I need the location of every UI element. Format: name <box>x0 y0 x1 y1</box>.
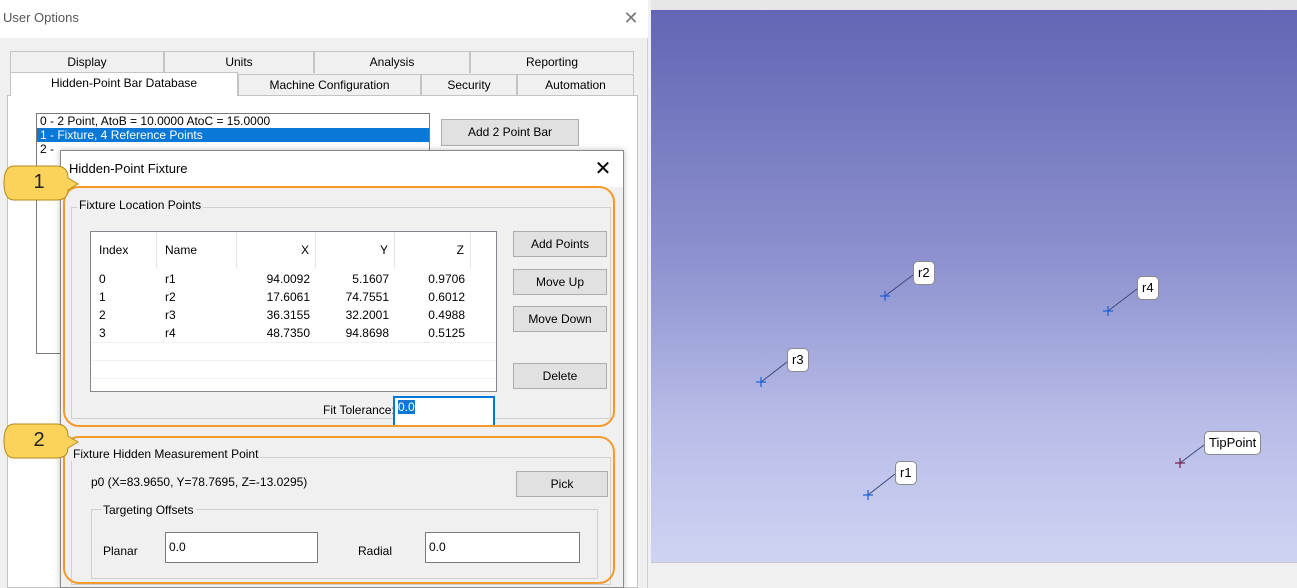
planar-input[interactable]: 0.0 <box>165 532 318 563</box>
table-row-divider <box>91 378 496 379</box>
table-cell: 0.6012 <box>428 290 465 304</box>
tab-automation[interactable]: Automation <box>517 74 634 96</box>
hidden-point-readout: p0 (X=83.9650, Y=78.7695, Z=-13.0295) <box>91 475 308 489</box>
callout-number-2: 2 <box>33 429 45 451</box>
table-cell: 3 <box>99 326 106 340</box>
tab-security[interactable]: Security <box>421 74 517 96</box>
column-header-y[interactable]: Y <box>316 232 395 268</box>
hidden-point-fixture-dialog: Hidden-Point Fixture ✕ Fixture Location … <box>60 150 624 588</box>
planar-label: Planar <box>103 544 138 558</box>
table-cell: 36.3155 <box>266 308 310 322</box>
title-bar: User Options ✕ <box>0 0 648 38</box>
pick-button[interactable]: Pick <box>516 471 608 497</box>
tab-units[interactable]: Units <box>164 51 314 73</box>
add-points-button[interactable]: Add Points <box>513 231 607 257</box>
table-cell: 32.2001 <box>345 308 389 322</box>
point-marker-r2[interactable] <box>880 291 890 301</box>
table-row-divider <box>91 360 496 361</box>
table-cell: 1 <box>99 290 106 304</box>
close-icon[interactable]: ✕ <box>591 155 615 183</box>
radial-label: Radial <box>358 544 393 558</box>
column-header-x[interactable]: X <box>237 232 316 268</box>
point-label-r2[interactable]: r2 <box>913 261 935 285</box>
point-marker-tippoint[interactable] <box>1175 458 1185 468</box>
callout-number-1: 1 <box>33 171 45 193</box>
table-cell: 74.7551 <box>345 290 389 304</box>
table-cell: r4 <box>165 326 176 340</box>
tab-display[interactable]: Display <box>10 51 164 73</box>
delete-button[interactable]: Delete <box>513 363 607 389</box>
move-up-button[interactable]: Move Up <box>513 269 607 295</box>
table-row-divider <box>91 342 496 343</box>
tab-reporting[interactable]: Reporting <box>470 51 634 73</box>
table-cell: 17.6061 <box>266 290 310 304</box>
table-cell: 5.1607 <box>352 272 389 286</box>
point-label-r1[interactable]: r1 <box>895 461 917 485</box>
viewport-overlay <box>756 274 1205 500</box>
dialog-title-bar: Hidden-Point Fixture ✕ <box>61 151 623 187</box>
fit-tolerance-input[interactable]: 0.0 <box>393 396 495 427</box>
tab-hidden-point-bar-database[interactable]: Hidden-Point Bar Database <box>10 72 238 96</box>
point-label-tippoint[interactable]: TipPoint <box>1204 431 1262 455</box>
list-item-selected[interactable]: 1 - Fixture, 4 Reference Points <box>37 128 429 142</box>
table-cell: r3 <box>165 308 176 322</box>
table-cell: 94.0092 <box>266 272 310 286</box>
table-cell: r2 <box>165 290 176 304</box>
location-points-table[interactable]: Index Name X Y Z 0 r1 94.0092 5.1607 0.9… <box>90 231 497 392</box>
column-header-index[interactable]: Index <box>91 232 157 268</box>
hidden-measurement-group-label: Fixture Hidden Measurement Point <box>71 447 261 461</box>
add-2-point-bar-button[interactable]: Add 2 Point Bar <box>441 119 579 146</box>
table-cell: 2 <box>99 308 106 322</box>
point-marker-r1[interactable] <box>863 490 873 500</box>
window-title: User Options <box>3 10 79 25</box>
radial-input[interactable]: 0.0 <box>425 532 580 563</box>
table-cell: 0 <box>99 272 106 286</box>
move-down-button[interactable]: Move Down <box>513 306 607 332</box>
list-item[interactable]: 0 - 2 Point, AtoB = 10.0000 AtoC = 15.00… <box>37 114 429 128</box>
fit-tolerance-value: 0.0 <box>398 400 415 414</box>
table-cell: 48.7350 <box>266 326 310 340</box>
table-cell: 0.5125 <box>428 326 465 340</box>
close-icon[interactable]: ✕ <box>620 5 642 31</box>
point-marker-r3[interactable] <box>756 377 766 387</box>
table-cell: 0.9706 <box>428 272 465 286</box>
targeting-offsets-group-label: Targeting Offsets <box>101 503 196 517</box>
table-cell: r1 <box>165 272 176 286</box>
table-cell: 0.4988 <box>428 308 465 322</box>
point-marker-r4[interactable] <box>1103 306 1113 316</box>
fixture-location-group-label: Fixture Location Points <box>77 198 204 212</box>
tab-machine-configuration[interactable]: Machine Configuration <box>238 74 421 96</box>
tab-analysis[interactable]: Analysis <box>314 51 470 73</box>
column-header-z[interactable]: Z <box>395 232 471 268</box>
point-label-r3[interactable]: r3 <box>787 348 809 372</box>
point-label-r4[interactable]: r4 <box>1137 276 1159 300</box>
table-cell: 94.8698 <box>345 326 389 340</box>
dialog-title: Hidden-Point Fixture <box>69 161 188 176</box>
fit-tolerance-label: Fit Tolerance: <box>323 403 395 417</box>
column-header-name[interactable]: Name <box>157 232 237 268</box>
